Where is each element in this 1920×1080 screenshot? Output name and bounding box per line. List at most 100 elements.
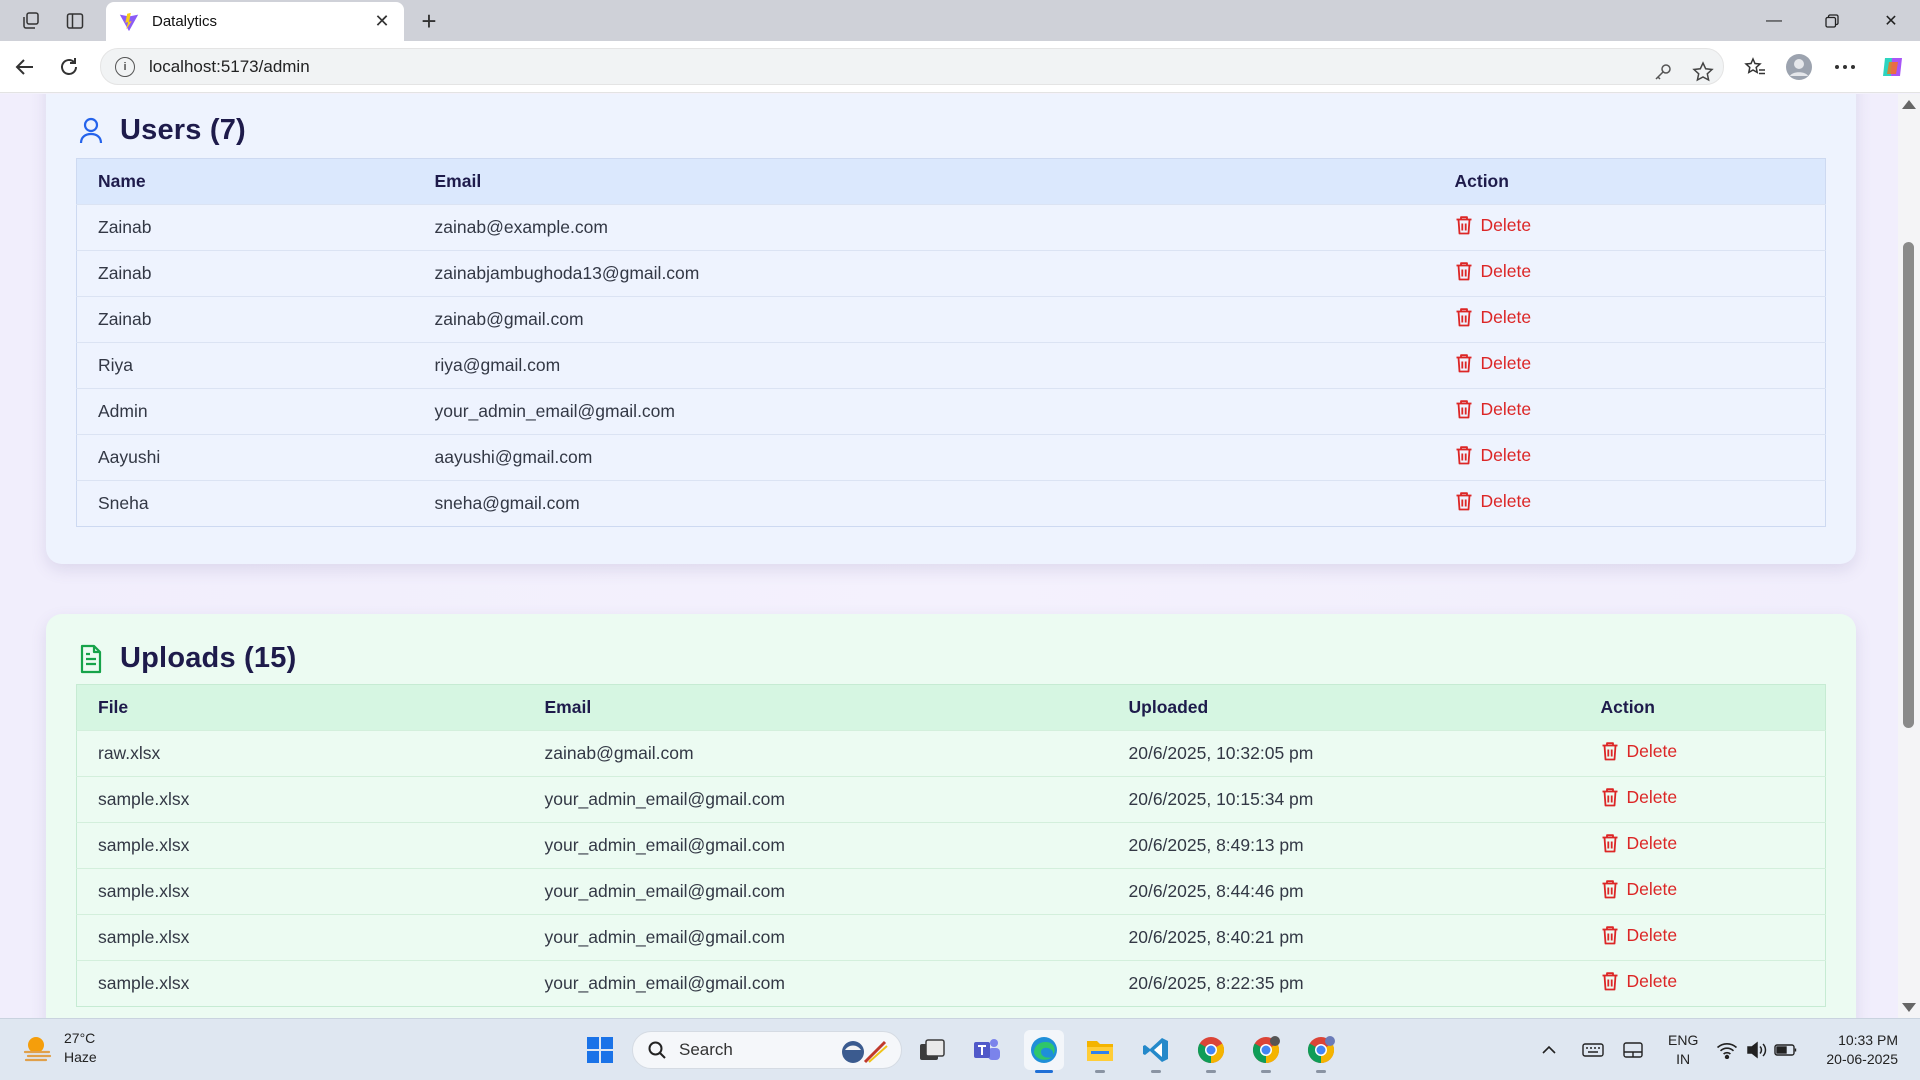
weather-widget[interactable]: 27°C Haze: [22, 1029, 97, 1067]
touchpad-icon[interactable]: [1622, 1019, 1644, 1080]
language-indicator[interactable]: ENG IN: [1668, 1019, 1698, 1080]
trash-icon: [1602, 880, 1617, 899]
delete-button[interactable]: Delete: [1455, 399, 1531, 420]
email-cell: sneha@gmail.com: [413, 480, 1434, 527]
page-scrollbar[interactable]: [1898, 94, 1920, 1018]
teams-app-icon[interactable]: [967, 1030, 1007, 1070]
user-row: Zainab zainabjambughoda13@gmail.com Delete: [76, 250, 1826, 297]
file-cell: sample.xlsx: [76, 960, 524, 1007]
refresh-button[interactable]: [54, 52, 84, 82]
trash-icon: [1602, 926, 1617, 945]
favorites-icon[interactable]: [1740, 52, 1770, 82]
email-cell: aayushi@gmail.com: [413, 434, 1434, 481]
site-info-icon[interactable]: i: [115, 56, 135, 77]
password-key-icon[interactable]: [1649, 58, 1677, 86]
start-button[interactable]: [580, 1030, 620, 1070]
tab-datalytics[interactable]: Datalytics ✕: [106, 2, 404, 41]
vscode-app-icon[interactable]: [1136, 1030, 1176, 1073]
minimize-button[interactable]: —: [1745, 0, 1803, 41]
more-menu-icon[interactable]: [1830, 52, 1860, 82]
email-cell: your_admin_email@gmail.com: [523, 960, 1108, 1007]
user-row: Riya riya@gmail.com Delete: [76, 342, 1826, 389]
email-cell: zainab@gmail.com: [413, 296, 1434, 343]
file-cell: sample.xlsx: [76, 822, 524, 869]
user-row: Admin your_admin_email@gmail.com Delete: [76, 388, 1826, 435]
close-window-button[interactable]: ✕: [1862, 0, 1920, 41]
uploads-card: Uploads (15) File Email Uploaded Action …: [46, 614, 1856, 1018]
scroll-up-arrow-icon[interactable]: [1902, 100, 1916, 109]
delete-label: Delete: [1626, 878, 1678, 899]
delete-button[interactable]: Delete: [1455, 444, 1532, 466]
workspaces-icon[interactable]: [18, 8, 44, 34]
delete-button[interactable]: Delete: [1455, 353, 1531, 374]
action-cell: Delete: [1433, 342, 1826, 389]
user-icon: [78, 116, 104, 146]
delete-label: Delete: [1480, 214, 1532, 235]
trash-icon: [1602, 834, 1617, 853]
scrollbar-thumb[interactable]: [1903, 242, 1914, 728]
back-button[interactable]: [10, 52, 40, 82]
volume-icon[interactable]: [1746, 1019, 1768, 1080]
email-cell: your_admin_email@gmail.com: [523, 868, 1108, 915]
email-cell: your_admin_email@gmail.com: [523, 776, 1108, 823]
delete-button[interactable]: Delete: [1455, 306, 1532, 328]
windows-logo-icon: [587, 1037, 613, 1063]
uploads-table: File Email Uploaded Action raw.xlsx zaina…: [76, 684, 1826, 1007]
uploaded-cell: 20/6/2025, 8:49:13 pm: [1107, 822, 1580, 869]
tab-close-icon[interactable]: ✕: [372, 11, 392, 32]
keyboard-icon[interactable]: [1582, 1019, 1604, 1080]
uploaded-cell: 20/6/2025, 10:32:05 pm: [1107, 730, 1580, 777]
name-cell: Riya: [76, 342, 414, 389]
name-cell: Zainab: [76, 296, 414, 343]
file-explorer-app-icon[interactable]: [1080, 1030, 1120, 1073]
users-heading: Users (7): [78, 114, 246, 147]
delete-button[interactable]: Delete: [1601, 971, 1677, 992]
task-view-button[interactable]: [912, 1030, 952, 1070]
chrome-app-icon[interactable]: [1191, 1030, 1231, 1073]
vite-favicon-icon: [119, 12, 139, 31]
delete-label: Delete: [1480, 260, 1532, 281]
show-hidden-icons-chevron-icon[interactable]: [1541, 1019, 1557, 1080]
file-cell: raw.xlsx: [76, 730, 524, 777]
delete-button[interactable]: Delete: [1601, 741, 1677, 762]
delete-button[interactable]: Delete: [1455, 491, 1531, 512]
favorite-star-icon[interactable]: [1689, 58, 1717, 86]
vertical-tabs-icon[interactable]: [62, 8, 88, 34]
delete-button[interactable]: Delete: [1601, 833, 1677, 854]
delete-label: Delete: [1480, 444, 1532, 465]
battery-icon[interactable]: [1774, 1019, 1798, 1080]
delete-button[interactable]: Delete: [1601, 878, 1678, 900]
delete-button[interactable]: Delete: [1455, 260, 1532, 282]
user-row: Zainab zainab@example.com Delete: [76, 204, 1826, 251]
taskbar-search[interactable]: Search: [632, 1031, 902, 1069]
windows-taskbar: 27°C Haze Search ENG IN 10:33 PM 20-06-2…: [0, 1018, 1920, 1080]
language-code: ENG: [1668, 1032, 1699, 1048]
name-cell: Zainab: [76, 250, 414, 297]
users-card: Users (7) Name Email Action Zainab zainab…: [46, 94, 1856, 564]
email-cell: your_admin_email@gmail.com: [413, 388, 1434, 435]
taskbar-clock[interactable]: 10:33 PM 20-06-2025: [1810, 1031, 1898, 1069]
chrome-second-profile-app-icon[interactable]: [1301, 1030, 1341, 1073]
wifi-icon[interactable]: [1716, 1019, 1738, 1080]
scroll-down-arrow-icon[interactable]: [1902, 1003, 1916, 1012]
delete-label: Delete: [1626, 924, 1678, 945]
copilot-icon[interactable]: [1878, 52, 1908, 82]
delete-label: Delete: [1480, 306, 1532, 327]
chrome-profile-app-icon[interactable]: [1246, 1030, 1286, 1073]
uploaded-cell: 20/6/2025, 8:40:21 pm: [1107, 914, 1580, 961]
trash-icon: [1456, 262, 1471, 281]
users-table: Name Email Action Zainab zainab@example.c…: [76, 158, 1826, 527]
uploaded-cell: 20/6/2025, 10:15:34 pm: [1107, 776, 1580, 823]
delete-button[interactable]: Delete: [1601, 924, 1678, 946]
uploaded-cell: 20/6/2025, 8:22:35 pm: [1107, 960, 1580, 1007]
page-viewport: Users (7) Name Email Action Zainab zainab…: [0, 94, 1898, 1018]
new-tab-button[interactable]: +: [414, 6, 444, 36]
url-field[interactable]: i localhost:5173/admin: [100, 48, 1724, 85]
delete-button[interactable]: Delete: [1601, 787, 1677, 808]
clock-time: 10:33 PM: [1838, 1032, 1898, 1048]
trash-icon: [1456, 492, 1471, 511]
delete-button[interactable]: Delete: [1455, 214, 1532, 236]
restore-button[interactable]: [1803, 0, 1861, 41]
edge-app-icon[interactable]: [1024, 1030, 1064, 1073]
profile-avatar[interactable]: [1784, 52, 1814, 82]
